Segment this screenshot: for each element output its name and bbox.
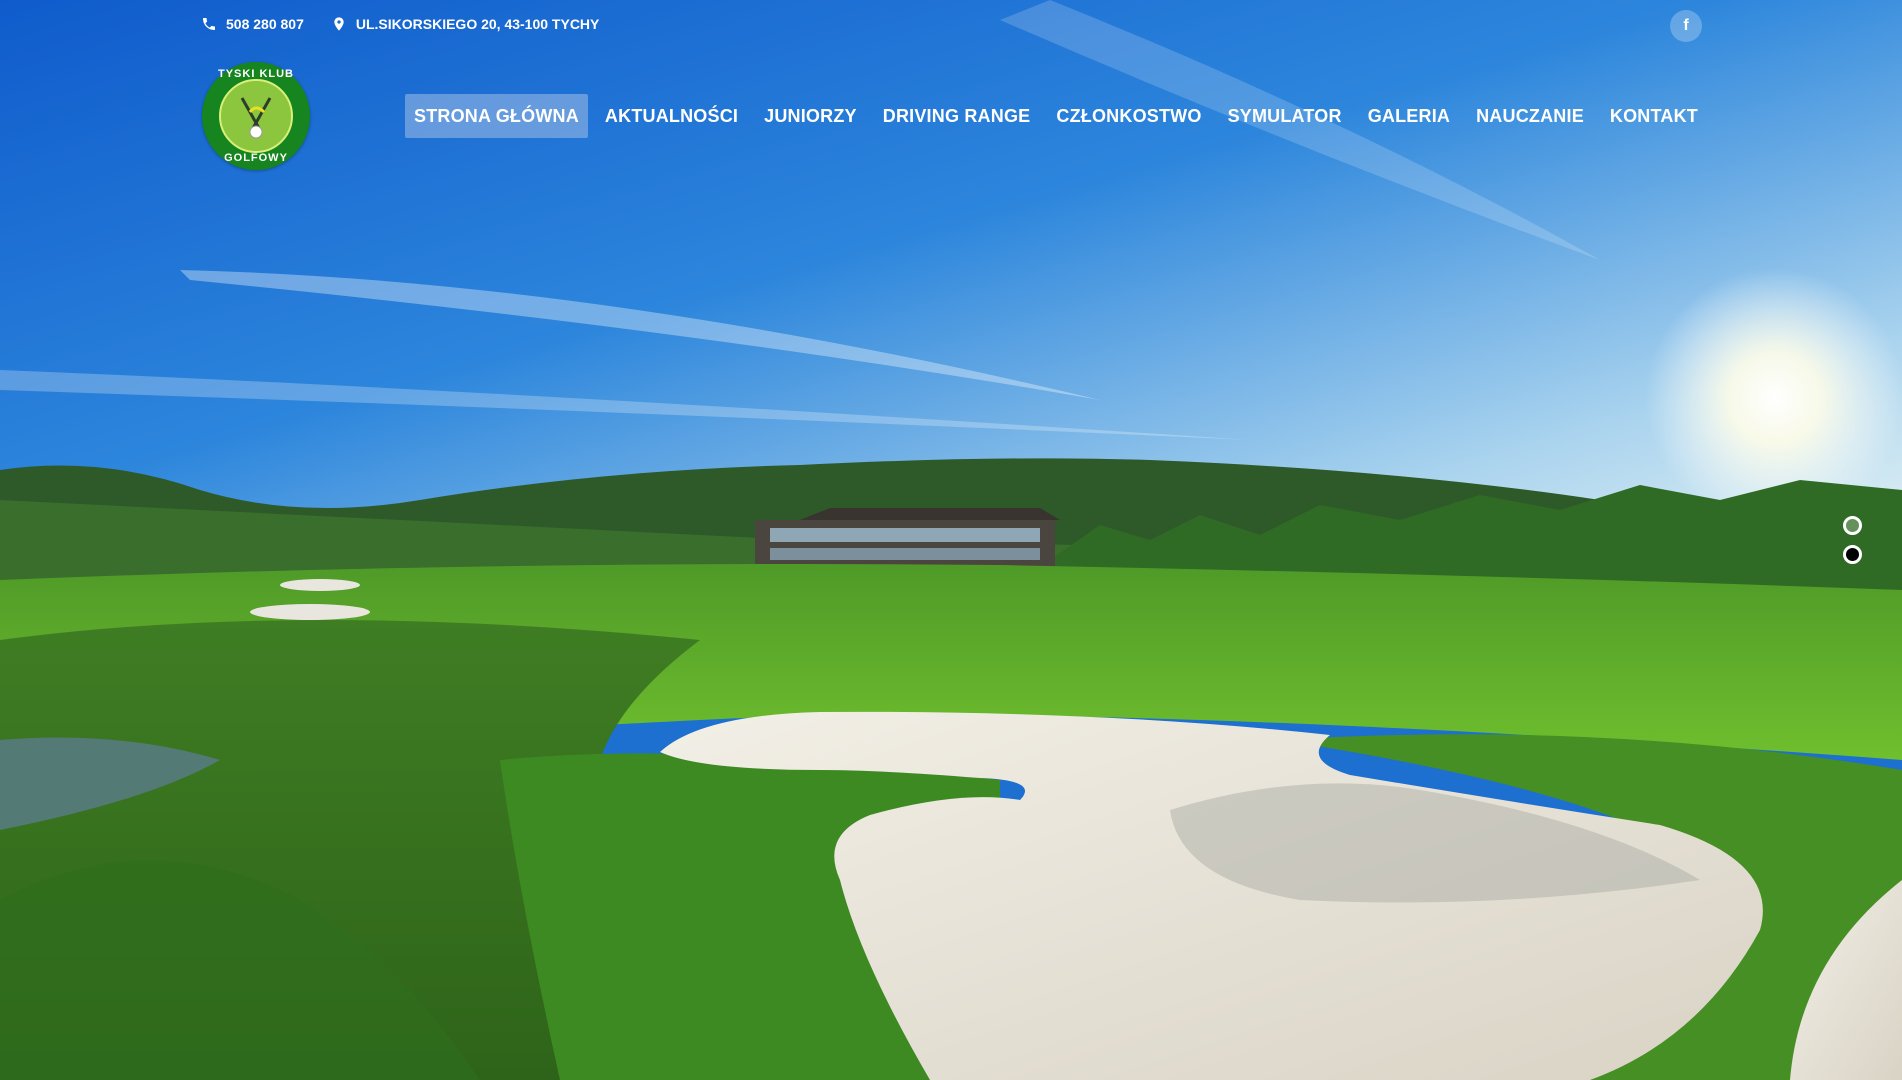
nav-item-nauczanie[interactable]: NAUCZANIE: [1467, 94, 1593, 138]
nav-item-czlonkostwo[interactable]: CZŁONKOSTWO: [1047, 94, 1210, 138]
logo-text-top: TYSKI KLUB: [218, 68, 294, 80]
map-pin-icon: [330, 15, 348, 33]
nav-item-juniorzy[interactable]: JUNIORZY: [755, 94, 866, 138]
nav-item-kontakt[interactable]: KONTAKT: [1601, 94, 1707, 138]
main-nav: STRONA GŁÓWNA AKTUALNOŚCI JUNIORZY DRIVI…: [405, 94, 1715, 138]
topbar: 508 280 807 UL.SIKORSKIEGO 20, 43-100 TY…: [200, 10, 1702, 42]
phone-icon: [200, 15, 218, 33]
phone-contact[interactable]: 508 280 807: [200, 15, 304, 33]
facebook-icon[interactable]: f: [1670, 10, 1702, 42]
nav-item-galeria[interactable]: GALERIA: [1359, 94, 1459, 138]
address-contact[interactable]: UL.SIKORSKIEGO 20, 43-100 TYCHY: [330, 15, 600, 33]
club-logo[interactable]: TYSKI KLUB GOLFOWY: [202, 62, 310, 170]
slider-dot[interactable]: [1843, 516, 1862, 535]
logo-text-bottom: GOLFOWY: [224, 152, 288, 164]
address-text: UL.SIKORSKIEGO 20, 43-100 TYCHY: [355, 16, 600, 32]
slider-dot-active[interactable]: [1843, 545, 1862, 564]
nav-item-strona-glowna[interactable]: STRONA GŁÓWNA: [405, 94, 588, 138]
golf-emblem-icon: [219, 79, 293, 153]
nav-item-driving-range[interactable]: DRIVING RANGE: [874, 94, 1040, 138]
phone-number: 508 280 807: [226, 16, 304, 32]
slider-pagination: [1843, 516, 1862, 564]
nav-item-aktualnosci[interactable]: AKTUALNOŚCI: [596, 94, 747, 138]
nav-item-symulator[interactable]: SYMULATOR: [1219, 94, 1351, 138]
